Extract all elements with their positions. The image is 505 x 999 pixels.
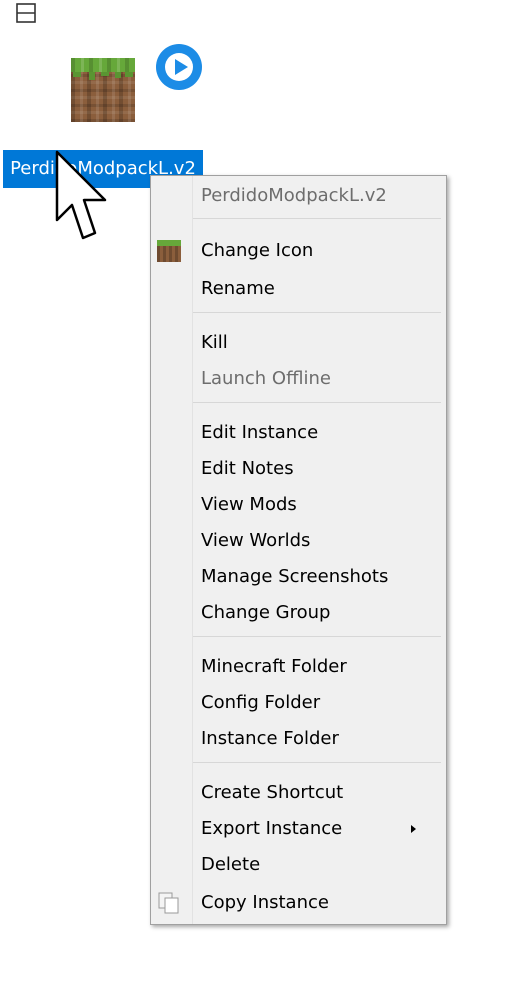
menu-header: PerdidoModpackL.v2	[151, 178, 446, 214]
menu-item-config-folder[interactable]: Config Folder	[151, 685, 446, 721]
menu-separator	[193, 218, 441, 219]
menu-item-label: Change Icon	[201, 240, 314, 261]
menu-item-label: Manage Screenshots	[201, 566, 389, 587]
menu-item-label: Delete	[201, 854, 261, 875]
menu-item-edit-instance[interactable]: Edit Instance	[151, 415, 446, 451]
menu-item-label: Kill	[201, 332, 228, 353]
menu-separator	[193, 312, 441, 313]
menu-separator	[193, 402, 441, 403]
menu-item-label: Edit Instance	[201, 422, 319, 443]
grass-block-icon	[157, 240, 181, 262]
menu-item-copy-instance[interactable]: Copy Instance	[151, 885, 446, 921]
minecraft-grass-block-icon[interactable]	[71, 58, 135, 122]
menu-item-instance-folder[interactable]: Instance Folder	[151, 721, 446, 757]
menu-item-minecraft-folder[interactable]: Minecraft Folder	[151, 649, 446, 685]
menu-item-label: Rename	[201, 278, 275, 299]
menu-item-delete[interactable]: Delete	[151, 847, 446, 883]
menu-item-label: Edit Notes	[201, 458, 294, 479]
menu-item-label: Launch Offline	[201, 368, 331, 389]
menu-item-kill[interactable]: Kill	[151, 325, 446, 361]
instance-context-menu: PerdidoModpackL.v2 Change Icon Rename Ki…	[150, 175, 447, 925]
menu-item-label: Change Group	[201, 602, 331, 623]
menu-item-launch-offline[interactable]: Launch Offline	[151, 361, 446, 397]
grass-drips	[71, 72, 135, 80]
menu-separator	[193, 762, 441, 763]
menu-item-label: Export Instance	[201, 818, 343, 839]
instance-view: PerdidoModpackL.v2 PerdidoModpackL.v2 Ch…	[0, 0, 505, 999]
menu-item-label: View Worlds	[201, 530, 311, 551]
play-icon	[156, 44, 202, 90]
collapse-group-icon[interactable]	[16, 2, 36, 24]
menu-item-label: Create Shortcut	[201, 782, 344, 803]
menu-item-label: Instance Folder	[201, 728, 339, 749]
menu-item-rename[interactable]: Rename	[151, 271, 446, 307]
menu-item-manage-screenshots[interactable]: Manage Screenshots	[151, 559, 446, 595]
menu-item-change-icon[interactable]: Change Icon	[151, 233, 446, 269]
menu-item-view-worlds[interactable]: View Worlds	[151, 523, 446, 559]
copy-icon	[158, 892, 179, 914]
submenu-arrow-icon	[411, 825, 416, 833]
menu-item-create-shortcut[interactable]: Create Shortcut	[151, 775, 446, 811]
menu-item-label: View Mods	[201, 494, 297, 515]
menu-item-label: Config Folder	[201, 692, 321, 713]
grass-top	[71, 58, 135, 72]
menu-item-change-group[interactable]: Change Group	[151, 595, 446, 631]
menu-item-label: Minecraft Folder	[201, 656, 347, 677]
menu-separator	[193, 636, 441, 637]
menu-item-edit-notes[interactable]: Edit Notes	[151, 451, 446, 487]
menu-header-label: PerdidoModpackL.v2	[201, 185, 387, 206]
menu-item-label: Copy Instance	[201, 892, 329, 913]
menu-item-view-mods[interactable]: View Mods	[151, 487, 446, 523]
menu-item-export-instance[interactable]: Export Instance	[151, 811, 446, 847]
